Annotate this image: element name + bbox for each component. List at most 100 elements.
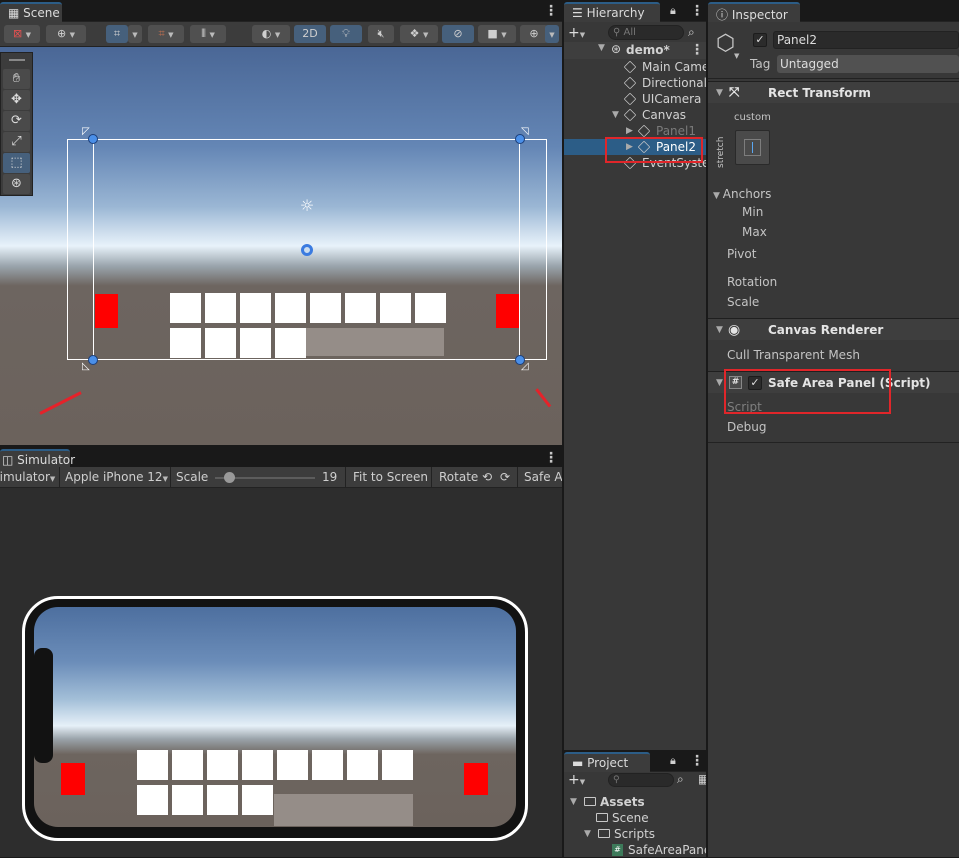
inspector-info-icon: ⓘ <box>716 8 732 22</box>
project-item-label: Scene <box>612 811 649 825</box>
tab-inspector[interactable]: ⓘ Inspector <box>708 2 800 23</box>
gizmos-button[interactable]: ⊕ <box>520 25 548 43</box>
hierarchy-item[interactable]: Directional <box>564 75 706 91</box>
project-menu-icon[interactable]: ⋮ <box>690 754 704 768</box>
rotate-tool-icon[interactable]: ⟳ <box>3 111 30 131</box>
scene-header-row[interactable]: ▼ ⊛ demo* ⋮ <box>564 42 706 59</box>
lighting-toggle-button[interactable]: 💡︎ <box>330 25 362 43</box>
lock-icon[interactable]: 🔒︎ <box>670 4 676 18</box>
device-dropdown[interactable]: Apple iPhone 12▼ <box>65 467 168 488</box>
global-toggle-button[interactable]: ⊕ ▼ <box>46 25 86 43</box>
grid-snap-dropdown[interactable]: ▼ <box>128 25 142 43</box>
simulator-menu-icon[interactable]: ⋮ <box>544 451 558 465</box>
draw-mode-button[interactable]: ⊠ ▼ <box>4 25 40 43</box>
white-tile <box>240 328 271 358</box>
expand-arrow-icon[interactable]: ▼ <box>598 43 605 53</box>
anchor-bottom-left-icon[interactable]: ◺ <box>82 362 92 372</box>
scene-row-menu-icon[interactable]: ⋮ <box>690 43 704 57</box>
project-tree-item[interactable]: Scene <box>564 810 706 826</box>
safe-area-toggle[interactable]: Safe A <box>524 467 562 488</box>
add-object-button[interactable]: +▼ <box>568 25 585 41</box>
transform-tool-icon[interactable]: ⊛ <box>3 174 30 194</box>
tab-project[interactable]: ▬ Project <box>564 752 650 773</box>
anchor-preset-button[interactable] <box>735 130 770 165</box>
project-lock-icon[interactable]: 🔒︎ <box>670 754 676 768</box>
expand-arrow-icon[interactable]: ▼ <box>570 794 577 810</box>
anchors-arrow-icon[interactable]: ▼ <box>713 191 723 201</box>
rotate-right-icon[interactable]: ⟳ <box>500 467 510 488</box>
white-tile <box>310 293 341 323</box>
collapse-arrow-icon[interactable]: ▼ <box>716 372 723 394</box>
snap-icon: ⌗ <box>158 27 165 40</box>
canvas-renderer-header[interactable]: ▼ ◉ Canvas Renderer <box>708 318 959 340</box>
hierarchy-panel: +▼ ⚲ All ⌕ ▼ ⊛ demo* ⋮ Main Came Directio… <box>564 22 706 752</box>
white-tile <box>205 293 236 323</box>
anchor-top-right-icon[interactable]: ◹ <box>521 127 531 137</box>
folder-icon <box>598 829 610 838</box>
active-checkbox[interactable]: ✓ <box>753 33 767 47</box>
expand-arrow-icon[interactable]: ▼ <box>612 107 619 123</box>
pivot-label: Pivot <box>727 247 757 261</box>
simulator-tabbar: ◫ Simulator ⋮ <box>0 447 562 470</box>
debug-label: Debug <box>727 420 767 434</box>
anchors-row[interactable]: ▼ Anchors <box>713 187 771 201</box>
hierarchy-item[interactable]: UICamera <box>564 91 706 107</box>
camera-icon: ■ <box>487 27 498 40</box>
scale-tool-icon[interactable]: ⤢ <box>3 132 30 152</box>
rotate-label: Rotate <box>439 470 479 484</box>
project-search-icon: ⚲ <box>613 775 620 785</box>
snap-increment-button[interactable]: ⌗ ▼ <box>148 25 184 43</box>
project-tree-item[interactable]: ▼ Assets <box>564 794 706 810</box>
tab-scene[interactable]: ▦ Scene <box>0 2 62 23</box>
gameobject-icon <box>623 108 637 122</box>
object-name-field[interactable]: Panel2 <box>773 31 959 49</box>
align-button[interactable]: ⦀ ▼ <box>190 25 226 43</box>
scene-viewport[interactable]: ✋︎ ✥ ⟳ ⤢ ⬚ ⊛ ◸ ◹ ◺ ◿ ☼ <box>0 47 562 445</box>
tab-hierarchy[interactable]: ☰ Hierarchy <box>564 2 660 23</box>
search-options-icon[interactable]: ⌕ <box>688 25 695 40</box>
scene-visibility-button[interactable]: ⊘ <box>442 25 474 43</box>
rotate-left-icon[interactable]: ⟲ <box>482 467 492 488</box>
project-add-button[interactable]: +▼ <box>568 772 585 788</box>
collapse-arrow-icon[interactable]: ▼ <box>716 82 723 104</box>
audio-toggle-button[interactable]: 🔇︎ <box>368 25 394 43</box>
project-filter-icon[interactable]: ⌕ <box>677 772 684 787</box>
separator <box>345 467 346 488</box>
grid-snap-button[interactable]: ⌗ <box>106 25 128 43</box>
rect-transform-header[interactable]: ▼ ⤧ Rect Transform <box>708 81 959 103</box>
project-search-input[interactable]: ⚲ <box>608 773 674 787</box>
hierarchy-item[interactable]: Main Came <box>564 59 706 75</box>
hand-tool-icon[interactable]: ✋︎ <box>3 69 30 89</box>
tag-dropdown[interactable]: Untagged <box>777 55 959 73</box>
move-tool-icon[interactable]: ✥ <box>3 90 30 110</box>
hierarchy-menu-icon[interactable]: ⋮ <box>690 4 704 18</box>
separator <box>517 467 518 488</box>
anchor-top-left-icon[interactable]: ◸ <box>82 127 92 137</box>
simulator-tab-icon: ◫ <box>2 453 18 467</box>
icon-dropdown-caret[interactable]: ▼ <box>734 52 739 60</box>
camera-button[interactable]: ■ ▼ <box>478 25 516 43</box>
effects-button[interactable]: ❖ ▼ <box>400 25 438 43</box>
collapse-arrow-icon[interactable]: ▼ <box>716 319 723 341</box>
hierarchy-search-input[interactable]: ⚲ All <box>608 25 684 40</box>
expand-arrow-icon[interactable]: ▼ <box>584 826 591 842</box>
simulator-mode-dropdown[interactable]: Simulator▼ <box>0 467 58 488</box>
pivot-icon[interactable] <box>301 244 313 256</box>
scale-slider-thumb[interactable] <box>224 472 235 483</box>
shading-mode-button[interactable]: ◐ ▼ <box>252 25 290 43</box>
hierarchy-item[interactable]: ▼ Canvas <box>564 107 706 123</box>
scene-menu-icon[interactable]: ⋮ <box>544 4 558 18</box>
project-tree-item[interactable]: ▼ Scripts <box>564 826 706 842</box>
fit-to-screen-button[interactable]: Fit to Screen <box>353 467 428 488</box>
hierarchy-tabbar: ☰ Hierarchy 🔒︎ ⋮ <box>564 0 706 23</box>
scale-label: Scale <box>176 470 209 484</box>
gizmos-dropdown[interactable]: ▼ <box>545 25 559 43</box>
anchor-bottom-right-icon[interactable]: ◿ <box>521 362 531 372</box>
anchor-preset-label: custom <box>734 112 771 123</box>
phone-screen[interactable] <box>34 607 516 827</box>
project-tree-item[interactable]: # SafeAreaPane <box>564 842 706 858</box>
2d-toggle-button[interactable]: 2D <box>294 25 326 43</box>
drag-handle-icon[interactable] <box>9 59 25 61</box>
rect-tool-icon[interactable]: ⬚ <box>3 153 30 173</box>
simulator-mode-label: Simulator <box>0 470 50 484</box>
